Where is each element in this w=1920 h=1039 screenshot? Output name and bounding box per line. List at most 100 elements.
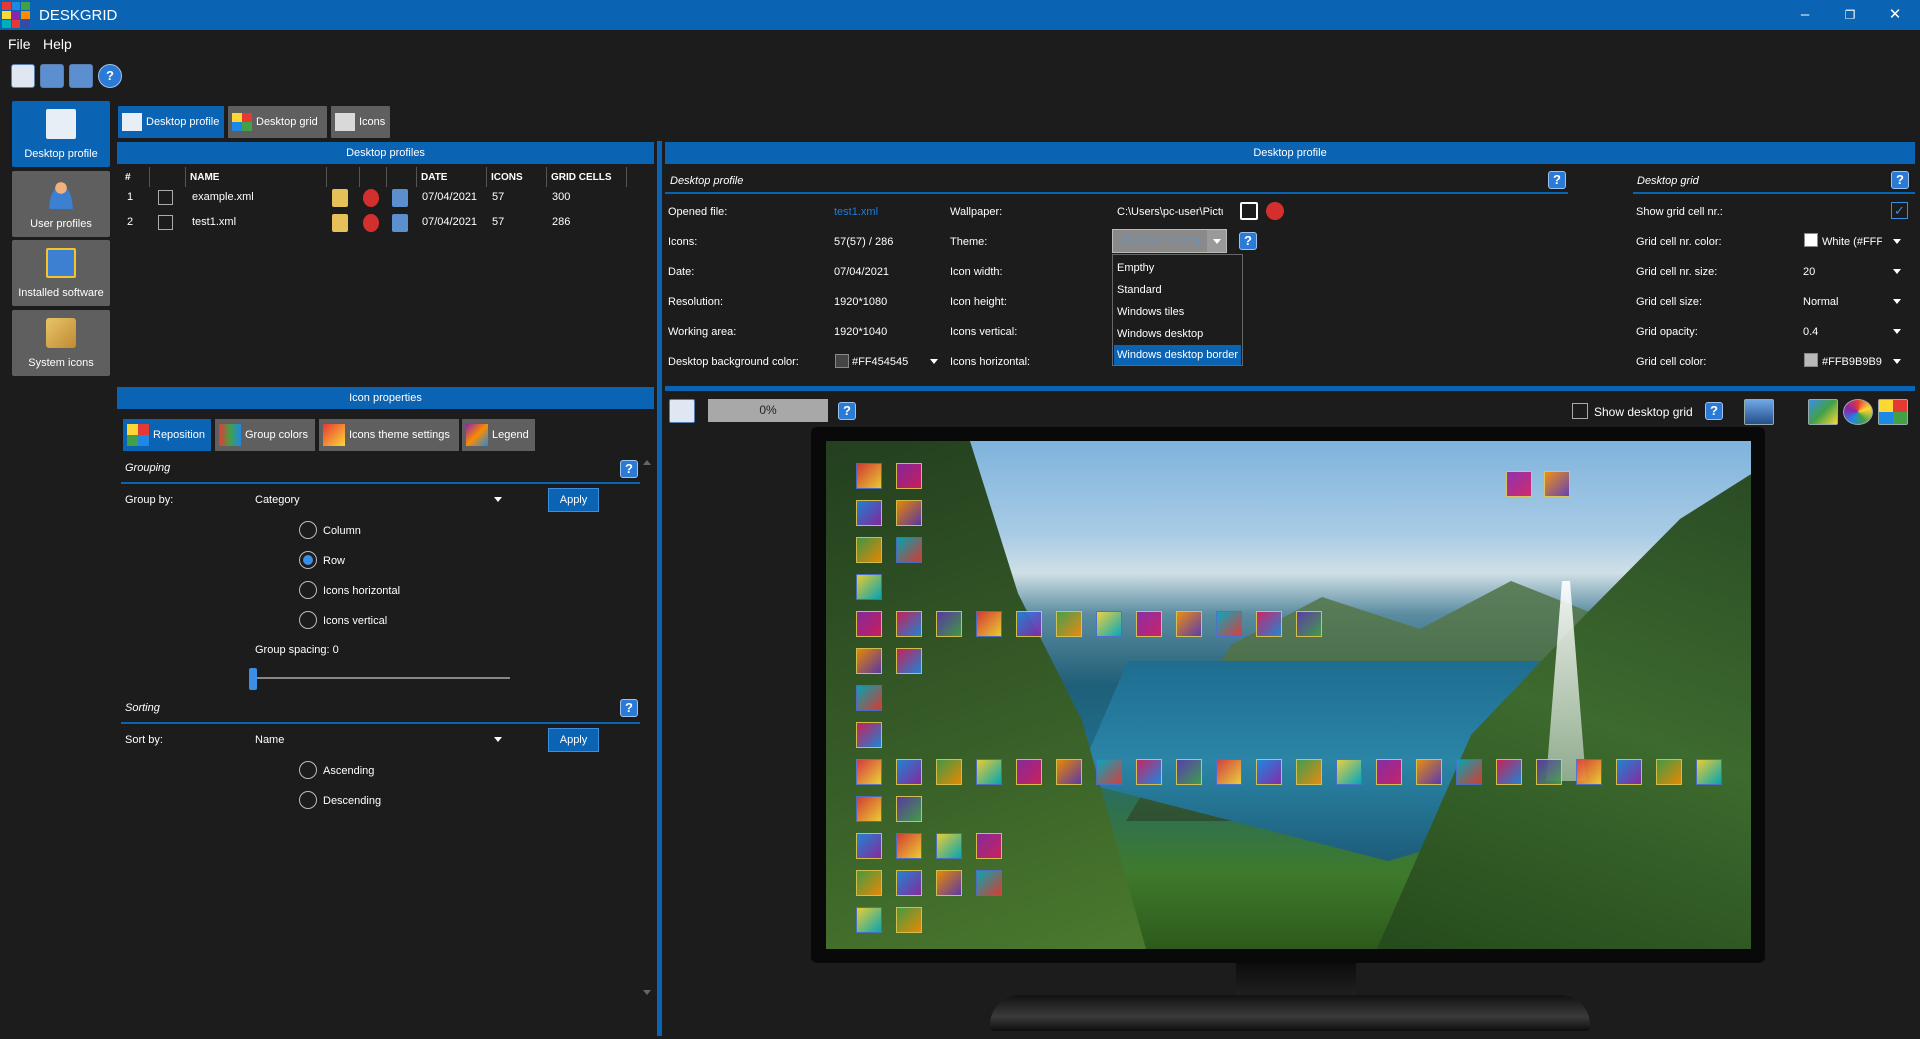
desktop-icon[interactable] (1616, 759, 1642, 785)
desktop-icon[interactable] (976, 833, 1002, 859)
desktop-icon[interactable] (936, 759, 962, 785)
preview-help-icon[interactable]: ? (838, 402, 856, 420)
group-spacing-slider[interactable] (249, 668, 257, 690)
desktop-icon[interactable] (1656, 759, 1682, 785)
desktop-icon[interactable] (856, 759, 882, 785)
chevron-down-icon[interactable] (1893, 299, 1901, 304)
desktop-icon[interactable] (1496, 759, 1522, 785)
bg-color-swatch[interactable] (835, 354, 849, 368)
desktop-icon[interactable] (1136, 611, 1162, 637)
grid-icon[interactable] (1878, 399, 1908, 425)
desktop-icon[interactable] (896, 500, 922, 526)
desktop-icon[interactable] (1056, 759, 1082, 785)
open-file-icon[interactable] (332, 214, 348, 232)
chevron-down-icon[interactable] (1893, 359, 1901, 364)
load-profile-icon[interactable] (392, 214, 408, 232)
desktop-icon[interactable] (856, 537, 882, 563)
desktop-grid-help-icon[interactable]: ? (1891, 171, 1909, 189)
desktop-icon[interactable] (1216, 611, 1242, 637)
desktop-icon[interactable] (1544, 471, 1570, 497)
desktop-icon[interactable] (896, 796, 922, 822)
desktop-icon[interactable] (896, 463, 922, 489)
desktop-icon[interactable] (896, 907, 922, 933)
cell-nr-size-value[interactable]: 20 (1803, 266, 1815, 278)
cell-size-value[interactable]: Normal (1803, 296, 1838, 308)
delete-icon[interactable] (363, 189, 379, 207)
desktop-icon[interactable] (856, 648, 882, 674)
sorting-apply-button[interactable]: Apply (548, 728, 599, 752)
nav-installed-software[interactable]: Installed software (12, 240, 110, 306)
radio-row[interactable] (299, 551, 317, 569)
tab-icons-theme-settings[interactable]: Icons theme settings (319, 419, 459, 451)
row-checkbox[interactable] (158, 190, 173, 205)
desktop-icon[interactable] (896, 537, 922, 563)
desktop-icon[interactable] (896, 870, 922, 896)
theme-option[interactable]: Empthy (1114, 258, 1241, 278)
opacity-value[interactable]: 0.4 (1803, 326, 1818, 338)
menu-help[interactable]: Help (43, 36, 72, 52)
chevron-down-icon[interactable] (1893, 239, 1901, 244)
desktop-icon[interactable] (856, 500, 882, 526)
desktop-icon[interactable] (856, 796, 882, 822)
theme-option-selected[interactable]: Windows desktop border (1114, 345, 1241, 365)
chevron-down-icon[interactable] (494, 737, 502, 742)
desktop-icon[interactable] (1336, 759, 1362, 785)
new-file-icon[interactable] (11, 64, 35, 88)
desktop-icon[interactable] (976, 611, 1002, 637)
sort-by-select[interactable]: Name (255, 734, 284, 746)
desktop-icon[interactable] (1536, 759, 1562, 785)
desktop-icon[interactable] (1256, 611, 1282, 637)
desktop-icon[interactable] (1216, 759, 1242, 785)
minimize-icon[interactable]: – (1790, 4, 1820, 26)
scroll-up-icon[interactable] (643, 460, 651, 465)
grouping-help-icon[interactable]: ? (620, 460, 638, 478)
help-icon[interactable]: ? (98, 64, 122, 88)
show-grid-help-icon[interactable]: ? (1705, 402, 1723, 420)
desktop-icon[interactable] (936, 611, 962, 637)
desktop-icon[interactable] (856, 574, 882, 600)
tab-desktop-profile[interactable]: Desktop profile (118, 106, 224, 138)
tab-legend[interactable]: Legend (462, 419, 535, 451)
restore-icon[interactable]: ❐ (1835, 4, 1865, 26)
desktop-icon[interactable] (1016, 759, 1042, 785)
theme-option[interactable]: Windows tiles (1114, 302, 1241, 322)
tab-desktop-grid[interactable]: Desktop grid (228, 106, 327, 138)
radio-icons-horizontal[interactable] (299, 581, 317, 599)
shuffle-icon[interactable] (1808, 399, 1838, 425)
monitor-icon[interactable] (1744, 399, 1774, 425)
desktop-icon[interactable] (1456, 759, 1482, 785)
edit-icon[interactable] (1240, 202, 1258, 220)
desktop-icon[interactable] (976, 870, 1002, 896)
desktop-icon[interactable] (1176, 611, 1202, 637)
cell-color-swatch[interactable] (1804, 353, 1818, 367)
desktop-icon[interactable] (856, 870, 882, 896)
color-wheel-icon[interactable] (1843, 399, 1873, 425)
chevron-down-icon[interactable] (1893, 269, 1901, 274)
show-grid-checkbox[interactable] (1572, 403, 1588, 419)
close-icon[interactable]: ✕ (1880, 4, 1910, 26)
save-as-icon[interactable] (69, 64, 93, 88)
desktop-icon[interactable] (1016, 611, 1042, 637)
desktop-icon[interactable] (936, 870, 962, 896)
nav-system-icons[interactable]: System icons (12, 310, 110, 376)
desktop-icon[interactable] (1096, 611, 1122, 637)
desktop-icon[interactable] (1296, 759, 1322, 785)
desktop-icon[interactable] (1576, 759, 1602, 785)
group-by-select[interactable]: Category (255, 494, 300, 506)
opened-file-value[interactable]: test1.xml (834, 206, 878, 218)
nav-desktop-profile[interactable]: Desktop profile (12, 101, 110, 167)
desktop-icon[interactable] (1096, 759, 1122, 785)
cell-nr-color-swatch[interactable] (1804, 233, 1818, 247)
sorting-help-icon[interactable]: ? (620, 699, 638, 717)
nav-user-profiles[interactable]: User profiles (12, 171, 110, 237)
chevron-down-icon[interactable] (494, 497, 502, 502)
menu-file[interactable]: File (8, 36, 31, 52)
tab-reposition[interactable]: Reposition (123, 419, 211, 451)
theme-help-icon[interactable]: ? (1239, 232, 1257, 250)
desktop-icon[interactable] (1056, 611, 1082, 637)
load-profile-icon[interactable] (392, 189, 408, 207)
desktop-icon[interactable] (896, 648, 922, 674)
tab-icons[interactable]: Icons (331, 106, 390, 138)
desktop-icon[interactable] (1136, 759, 1162, 785)
desktop-icon[interactable] (856, 907, 882, 933)
